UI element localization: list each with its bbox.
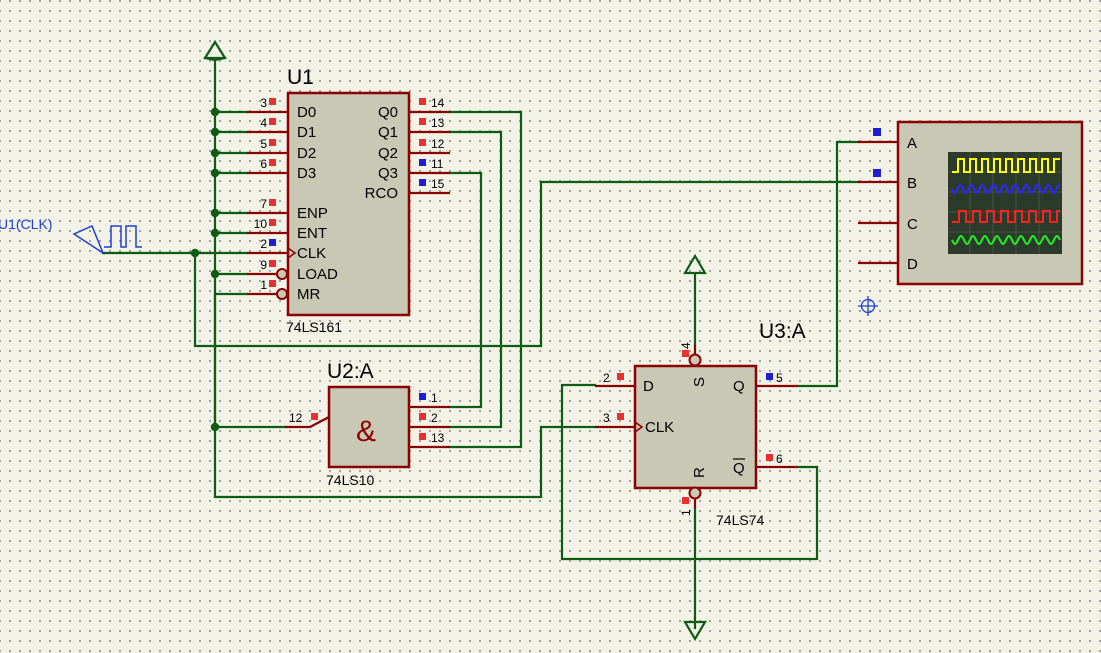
u1-pin-14: 14 bbox=[431, 96, 445, 110]
pin-state-indicator bbox=[766, 454, 773, 461]
u2-part: 74LS10 bbox=[326, 472, 374, 488]
u3-pin-clk: 3 bbox=[603, 411, 610, 425]
pin-state-indicator bbox=[419, 139, 426, 146]
pin-state-indicator bbox=[269, 118, 276, 125]
pin-state-indicator bbox=[311, 413, 318, 420]
u1-label-q1: Q1 bbox=[378, 124, 398, 141]
oscilloscope-icon bbox=[948, 152, 1062, 254]
u3-label-clk: CLK bbox=[645, 419, 674, 436]
u2-pin-1: 1 bbox=[431, 391, 438, 405]
load-inversion-bubble bbox=[276, 268, 288, 280]
pin-state-indicator bbox=[419, 413, 426, 420]
u1-label-d1: D1 bbox=[297, 124, 316, 141]
scope-channel-d: D bbox=[907, 256, 918, 273]
u3-pin-d: 2 bbox=[603, 371, 610, 385]
pin-state-indicator bbox=[419, 393, 426, 400]
u2-pin-2: 2 bbox=[431, 411, 438, 425]
u1-pin-11: 11 bbox=[431, 157, 444, 171]
u1-label-enp: ENP bbox=[297, 205, 328, 222]
u3-label-qbar: Q bbox=[733, 460, 745, 477]
pin-state-indicator bbox=[419, 159, 426, 166]
u1-label-clk: CLK bbox=[297, 245, 326, 262]
u3-label-d: D bbox=[643, 378, 654, 395]
u3-ref: U3:A bbox=[759, 320, 806, 343]
pin-state-indicator bbox=[682, 497, 689, 504]
pin-state-indicator bbox=[682, 350, 689, 357]
u3-label-r: R bbox=[691, 467, 708, 478]
schematic-canvas[interactable]: U1(CLK) U1 74LS161 3D04D15D26D37ENP10ENT… bbox=[0, 0, 1101, 653]
u2-nand-gate[interactable]: U2:A & 74LS10 12 1 2 13 bbox=[285, 360, 450, 488]
u1-label-rco: RCO bbox=[365, 185, 398, 202]
pin-state-indicator bbox=[269, 280, 276, 287]
pin-state-indicator bbox=[269, 159, 276, 166]
pin-state-indicator bbox=[419, 98, 426, 105]
u3-pin-q: 5 bbox=[776, 371, 783, 385]
wires bbox=[101, 58, 860, 630]
u1-label-mr: MR bbox=[297, 286, 320, 303]
clock-generator-icon bbox=[72, 225, 142, 255]
u1-pin-15: 15 bbox=[431, 177, 445, 191]
scope-channel-b: B bbox=[907, 175, 917, 192]
pin-state-indicator bbox=[269, 98, 276, 105]
power-terminal-icon[interactable] bbox=[683, 253, 707, 275]
u1-pin-3: 3 bbox=[260, 96, 267, 110]
scope-channel-a: A bbox=[907, 135, 917, 152]
pin-state-indicator bbox=[419, 433, 426, 440]
u1-label-q3: Q3 bbox=[378, 165, 398, 182]
mr-inversion-bubble bbox=[276, 288, 288, 300]
u3-flip-flop[interactable]: U3:A 74LS74 D CLK Q Q S R 2 3 5 6 4 1 bbox=[595, 320, 806, 528]
u3-part: 74LS74 bbox=[716, 512, 764, 528]
u2-pin-12: 12 bbox=[289, 411, 303, 425]
u2-symbol: & bbox=[356, 415, 376, 448]
u3-pin-s: 4 bbox=[679, 342, 693, 349]
u3-pin-qbar: 6 bbox=[776, 452, 783, 466]
u1-label-q0: Q0 bbox=[378, 104, 398, 121]
u2-ref: U2:A bbox=[327, 360, 374, 383]
u1-label-q2: Q2 bbox=[378, 145, 398, 162]
u3-label-q: Q bbox=[733, 378, 745, 395]
reset-inversion-bubble bbox=[688, 486, 702, 500]
u1-label-d3: D3 bbox=[297, 165, 316, 182]
u1-pin-9: 9 bbox=[260, 258, 267, 272]
pin-state-indicator bbox=[269, 239, 276, 246]
clock-generator[interactable]: U1(CLK) bbox=[0, 216, 142, 255]
scope-channel-c: C bbox=[907, 216, 918, 233]
u1-pin-13: 13 bbox=[431, 116, 445, 130]
pin-state-indicator bbox=[419, 179, 426, 186]
pin-state-indicator bbox=[617, 413, 624, 420]
u3-label-s: S bbox=[691, 377, 708, 387]
u1-label-ent: ENT bbox=[297, 225, 327, 242]
u1-pin-5: 5 bbox=[260, 137, 267, 151]
u2-pin-13: 13 bbox=[431, 431, 445, 445]
pin-state-indicator bbox=[269, 199, 276, 206]
pin-state-indicator bbox=[873, 169, 881, 177]
set-inversion-bubble bbox=[688, 353, 702, 367]
u1-pin-4: 4 bbox=[260, 116, 267, 130]
pin-state-indicator bbox=[269, 139, 276, 146]
u1-pin-7: 7 bbox=[260, 197, 267, 211]
pin-state-indicator bbox=[269, 219, 276, 226]
pin-state-indicator bbox=[617, 373, 624, 380]
u1-pin-12: 12 bbox=[431, 137, 445, 151]
u1-pin-10: 10 bbox=[254, 217, 268, 231]
u1-part: 74LS161 bbox=[286, 319, 342, 335]
u1-pin-6: 6 bbox=[260, 157, 267, 171]
pin-state-indicator bbox=[873, 128, 881, 136]
pin-state-indicator bbox=[419, 118, 426, 125]
u1-label-d0: D0 bbox=[297, 104, 316, 121]
u1-ref: U1 bbox=[287, 66, 314, 89]
u3-pin-r: 1 bbox=[679, 509, 693, 516]
u1-label-load: LOAD bbox=[297, 266, 338, 283]
u1-pin-2: 2 bbox=[260, 237, 267, 251]
crosshair-icon bbox=[858, 296, 878, 316]
pin-state-indicator bbox=[269, 260, 276, 267]
u1-pin-1: 1 bbox=[260, 278, 267, 292]
oscilloscope[interactable]: A B C D bbox=[858, 120, 1084, 286]
power-terminal-icon[interactable] bbox=[203, 39, 227, 62]
pin-state-indicator bbox=[766, 373, 773, 380]
clock-label: U1(CLK) bbox=[0, 216, 52, 232]
u1-counter[interactable]: U1 74LS161 3 D0 4 D1 5 D2 6 D3 7 ENP 10 ENT 2 CLK 9 LOA… bbox=[247, 66, 450, 335]
u1-label-d2: D2 bbox=[297, 145, 316, 162]
